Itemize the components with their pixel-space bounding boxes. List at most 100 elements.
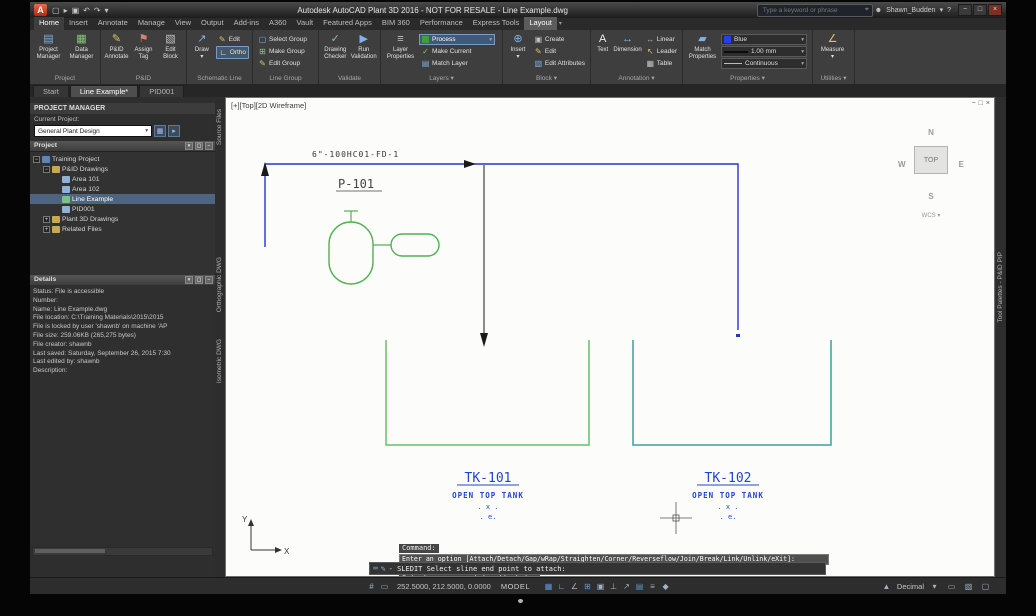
user-caret-icon[interactable]: ▾ [940, 6, 944, 14]
viewcube-wcs-menu[interactable]: WCS ▾ [894, 212, 968, 219]
expand-icon[interactable]: − [43, 165, 50, 173]
selection-cycling-toggle-icon[interactable]: ◆ [659, 582, 672, 591]
edit-block-ref-button[interactable]: ✎ Edit [532, 46, 587, 57]
drawing-close-icon[interactable]: × [986, 100, 990, 107]
panel-mini-icon-a[interactable]: ▾ [185, 276, 193, 284]
ortho-toggle-icon[interactable]: ∟ [555, 582, 568, 591]
minimize-button[interactable]: − [958, 4, 972, 16]
tree-item-line-example[interactable]: Line Example [30, 194, 215, 204]
lineweight-select[interactable]: 1.00 mm ▾ [721, 46, 807, 57]
pipe-line[interactable] [264, 163, 739, 330]
search-input[interactable] [760, 5, 863, 15]
tree-item-pid001[interactable]: PID001 [30, 204, 215, 214]
data-manager-button[interactable]: ▦ Data Manager [66, 32, 97, 73]
ribbon-options-caret-icon[interactable]: ▾ [559, 19, 562, 30]
layer-properties-button[interactable]: ≡ Layer Properties [384, 32, 417, 73]
panel-mini-icon-c[interactable]: − [205, 276, 213, 284]
tab-insert[interactable]: Insert [64, 17, 93, 30]
make-group-button[interactable]: ⊞ Make Group [256, 46, 309, 57]
snap-toggle-icon[interactable]: ⊞ [581, 582, 594, 591]
measure-button[interactable]: ∠ Measure ▾ [816, 32, 849, 73]
tree-item-pid-drawings[interactable]: − P&ID Drawings [30, 164, 215, 174]
tank2-line2[interactable]: . e. [720, 513, 737, 521]
drawing-canvas[interactable]: [+][Top][2D Wireframe] − □ × 6"-100HC01-… [225, 97, 995, 577]
tank1-line2[interactable]: . e. [480, 513, 497, 521]
units-selector[interactable]: Decimal [897, 582, 924, 591]
pump-tag[interactable]: P-101 [338, 177, 374, 191]
search-icon[interactable]: ⌖ [865, 6, 869, 14]
edit-attributes-button[interactable]: ▧ Edit Attributes [532, 58, 587, 69]
drawing-minimize-icon[interactable]: − [972, 100, 976, 107]
project-tool-icon[interactable]: ▦ [154, 125, 166, 137]
doc-tab-start[interactable]: Start [33, 85, 69, 97]
panel-label-schematic-line[interactable]: Schematic Line [187, 74, 252, 84]
tab-manage[interactable]: Manage [133, 17, 170, 30]
viewcube-north[interactable]: N [894, 128, 968, 137]
current-project-select[interactable]: General Plant Design ▾ [34, 125, 152, 137]
command-input-bar[interactable]: ⌨ ✎ - SLEDIT Select sline end point to a… [369, 562, 826, 575]
scrollbar-thumb[interactable] [35, 549, 105, 553]
tab-performance[interactable]: Performance [415, 17, 468, 30]
open-icon[interactable]: ▸ [64, 6, 68, 15]
viewport-controls[interactable]: [+][Top][2D Wireframe] [231, 101, 306, 110]
help-icon[interactable]: ? [947, 7, 951, 14]
panel-mini-icon-b[interactable]: ▢ [195, 276, 203, 284]
leader-button[interactable]: ↖ Leader [644, 46, 679, 57]
tank-tk102[interactable] [632, 340, 832, 446]
maximize-button[interactable]: □ [973, 4, 987, 16]
tank1-line1[interactable]: . x . [477, 503, 498, 511]
panel-mini-icon-a[interactable]: ▾ [185, 142, 193, 150]
viewcube-west[interactable]: W [898, 160, 906, 169]
make-current-button[interactable]: ✓ Make Current [419, 46, 495, 57]
qat-caret-icon[interactable]: ▾ [105, 6, 109, 15]
tab-bim360[interactable]: BIM 360 [377, 17, 415, 30]
tab-tool-palettes[interactable]: Tool Palettes - P&ID PIP [997, 252, 1004, 322]
pump-body[interactable] [390, 233, 440, 257]
create-block-button[interactable]: ▣ Create [532, 34, 587, 45]
transparency-toggle-icon[interactable]: ≡ [646, 582, 659, 591]
layer-select[interactable]: Process ▾ [419, 34, 495, 45]
edit-sline-button[interactable]: ✎ Edit [216, 34, 249, 45]
panel-label-pid[interactable]: P&ID [101, 74, 186, 84]
panel-label-block[interactable]: Block ▾ [503, 74, 590, 84]
tank2-line1[interactable]: . x . [717, 503, 738, 511]
redo-icon[interactable]: ↷ [94, 6, 101, 15]
tree-item-related-files[interactable]: + Related Files [30, 224, 215, 234]
annotation-scale-icon[interactable]: ▲ [880, 582, 893, 591]
project-open-icon[interactable]: ▸ [168, 125, 180, 137]
panel-label-layers[interactable]: Layers ▾ [381, 74, 502, 84]
panel-label-line-group[interactable]: Line Group [253, 74, 318, 84]
drawing-checker-button[interactable]: ✓ Drawing Checker [322, 32, 349, 73]
expand-icon[interactable]: − [33, 155, 40, 163]
osnap-toggle-icon[interactable]: ▣ [594, 582, 607, 591]
panel-mini-icon-b[interactable]: ▢ [195, 142, 203, 150]
object-color-select[interactable]: Blue ▾ [721, 34, 807, 45]
viewcube[interactable]: N W TOP E S WCS ▾ [894, 110, 968, 228]
tree-item-area-102[interactable]: Area 102 [30, 184, 215, 194]
tree-item-training-project[interactable]: − Training Project [30, 154, 215, 164]
tab-vault[interactable]: Vault [292, 17, 319, 30]
signed-in-user[interactable]: Shawn_Budden [886, 7, 935, 14]
tab-layout[interactable]: Layout [524, 17, 557, 30]
panel-label-properties[interactable]: Properties ▾ [683, 74, 812, 84]
text-button[interactable]: A Text [594, 32, 611, 73]
vessel-body[interactable] [328, 221, 374, 285]
insert-block-button[interactable]: ⊕ Insert ▾ [506, 32, 530, 73]
viewcube-top-face[interactable]: TOP [914, 146, 948, 174]
units-caret-icon[interactable]: ▾ [928, 582, 941, 591]
grid-toggle-icon[interactable]: ▦ [542, 582, 555, 591]
status-left-icon-1[interactable]: # [365, 582, 378, 591]
expand-icon[interactable]: + [43, 215, 50, 223]
lineweight-toggle-icon[interactable]: ▤ [633, 582, 646, 591]
doc-tab-line-example[interactable]: Line Example* [69, 85, 139, 97]
doc-tab-pid001[interactable]: PID001 [139, 85, 185, 97]
pipe-label[interactable]: 6"-100HC01-FD-1 [312, 150, 399, 159]
tab-home[interactable]: Home [34, 17, 65, 30]
panel-label-validate[interactable]: Validate [319, 74, 380, 84]
tank2-type[interactable]: OPEN TOP TANK [692, 491, 764, 500]
tab-isometric-dwg[interactable]: Isometric DWG [216, 339, 223, 383]
polar-toggle-icon[interactable]: ∠ [568, 582, 581, 591]
tank1-tag[interactable]: TK-101 [465, 471, 512, 486]
run-validation-button[interactable]: ▶ Run Validation [351, 32, 378, 73]
tab-a360[interactable]: A360 [264, 17, 292, 30]
